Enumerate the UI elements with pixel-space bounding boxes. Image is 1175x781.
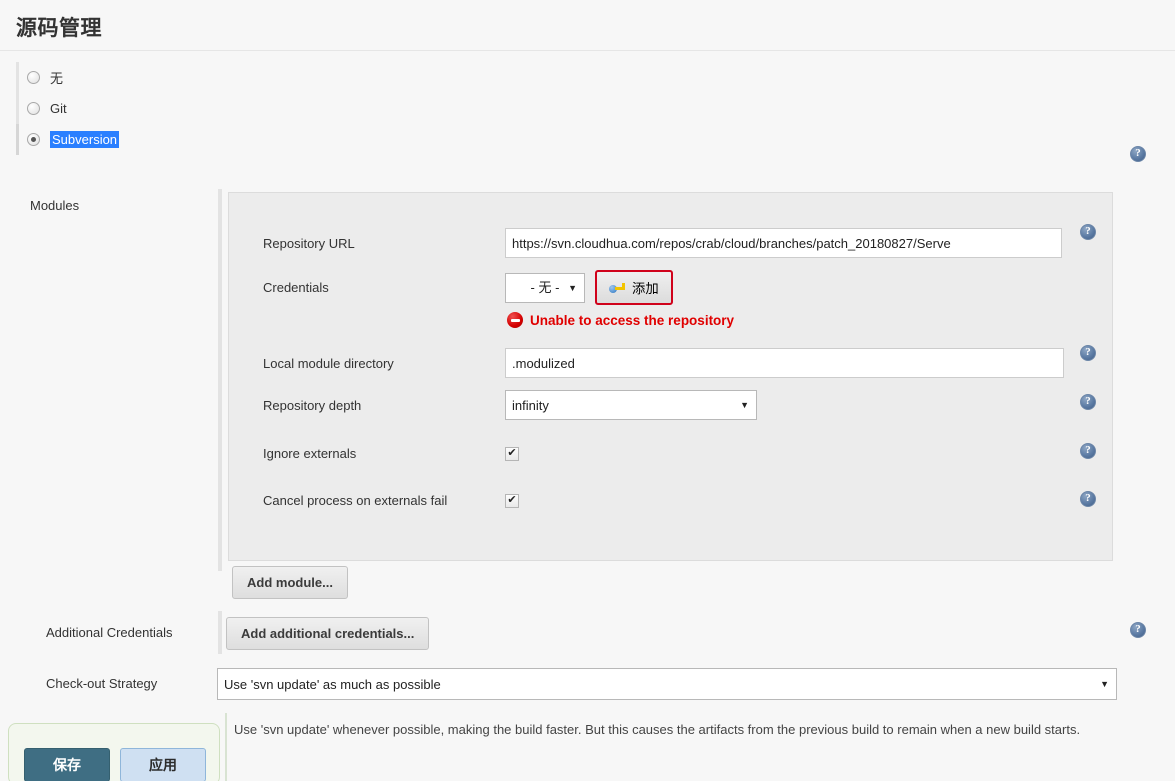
radio-icon[interactable] (27, 71, 40, 84)
add-credentials-button[interactable]: 添加 (595, 270, 673, 305)
cancel-process-label: Cancel process on externals fail (263, 493, 448, 508)
repository-error-text: Unable to access the repository (530, 312, 735, 328)
help-icon-repository-depth[interactable]: ? (1080, 392, 1096, 410)
apply-button[interactable]: 应用 (120, 748, 206, 781)
cancel-process-row: Cancel process on externals fail ✔ (263, 493, 519, 508)
help-icon-additional-credentials[interactable]: ? (1130, 620, 1146, 638)
checkout-strategy-help-bar (225, 713, 227, 781)
add-module-button[interactable]: Add module... (232, 566, 348, 599)
repository-depth-row: Repository depth infinity ▼ (263, 390, 757, 420)
help-icon-local-module-directory[interactable]: ? (1080, 343, 1096, 361)
credentials-label: Credentials (263, 280, 329, 295)
title-divider (0, 50, 1175, 51)
repository-url-row: Repository URL (263, 228, 1062, 258)
scm-option-label: Git (50, 101, 67, 116)
key-icon (609, 282, 626, 294)
credentials-select-wrap[interactable]: - 无 - ▼ (505, 272, 585, 303)
cancel-process-checkbox[interactable]: ✔ (505, 493, 519, 508)
save-button[interactable]: 保存 (24, 748, 110, 781)
help-icon[interactable]: ? (1130, 145, 1146, 162)
checkout-strategy-label: Check-out Strategy (46, 676, 158, 691)
scm-radio-group: 无 Git Subversion (16, 62, 1159, 155)
checkout-strategy-select-wrap[interactable]: Use 'svn update' as much as possible ▼ (217, 668, 1117, 700)
modules-label: Modules (30, 198, 80, 213)
scm-option-label: Subversion (50, 131, 120, 148)
add-credentials-label: 添加 (632, 281, 659, 296)
local-module-directory-input[interactable] (505, 348, 1064, 378)
credentials-row: Credentials - 无 - ▼ 添加 (263, 270, 673, 305)
radio-icon[interactable] (27, 102, 40, 115)
scm-option-git[interactable]: Git (16, 93, 1159, 124)
credentials-select[interactable]: - 无 - (505, 272, 585, 303)
scm-option-none[interactable]: 无 (16, 62, 1159, 93)
repository-depth-select[interactable]: infinity (505, 390, 757, 420)
help-icon[interactable]: ? (1080, 490, 1096, 507)
repository-depth-label: Repository depth (263, 397, 362, 413)
repository-url-input[interactable] (505, 228, 1062, 258)
help-icon[interactable]: ? (1080, 442, 1096, 459)
page-title: 源码管理 (16, 17, 102, 40)
help-icon-ignore-externals[interactable]: ? (1080, 441, 1096, 459)
local-module-directory-row: Local module directory (263, 348, 1064, 378)
checkout-strategy-select[interactable]: Use 'svn update' as much as possible (217, 668, 1117, 700)
error-circle-icon (507, 312, 523, 328)
radio-icon[interactable] (27, 133, 40, 146)
modules-section-bar (218, 189, 222, 571)
checkout-strategy-help-text: Use 'svn update' whenever possible, maki… (234, 722, 1081, 737)
ignore-externals-row: Ignore externals ✔ (263, 446, 519, 461)
repository-url-label: Repository URL (263, 235, 355, 251)
local-module-directory-label: Local module directory (263, 355, 394, 371)
help-icon-subversion[interactable]: ? (1130, 144, 1146, 162)
ignore-externals-checkbox[interactable]: ✔ (505, 446, 519, 461)
help-icon[interactable]: ? (1130, 621, 1146, 638)
repository-depth-select-wrap[interactable]: infinity ▼ (505, 390, 757, 420)
scm-option-subversion[interactable]: Subversion (16, 124, 1159, 155)
help-icon-cancel-process[interactable]: ? (1080, 489, 1096, 507)
additional-credentials-bar (218, 611, 222, 654)
help-icon-repository-url[interactable]: ? (1080, 222, 1096, 240)
scm-option-label: 无 (50, 71, 64, 86)
help-icon[interactable]: ? (1080, 344, 1096, 361)
repository-error-message: Unable to access the repository (507, 312, 734, 328)
help-icon[interactable]: ? (1080, 223, 1096, 240)
add-additional-credentials-button[interactable]: Add additional credentials... (226, 617, 430, 650)
scm-config-page: 源码管理 无 Git Subversion ? Modules Reposito… (0, 0, 1175, 781)
ignore-externals-label: Ignore externals (263, 446, 357, 461)
help-icon[interactable]: ? (1080, 393, 1096, 410)
additional-credentials-label: Additional Credentials (46, 625, 173, 640)
